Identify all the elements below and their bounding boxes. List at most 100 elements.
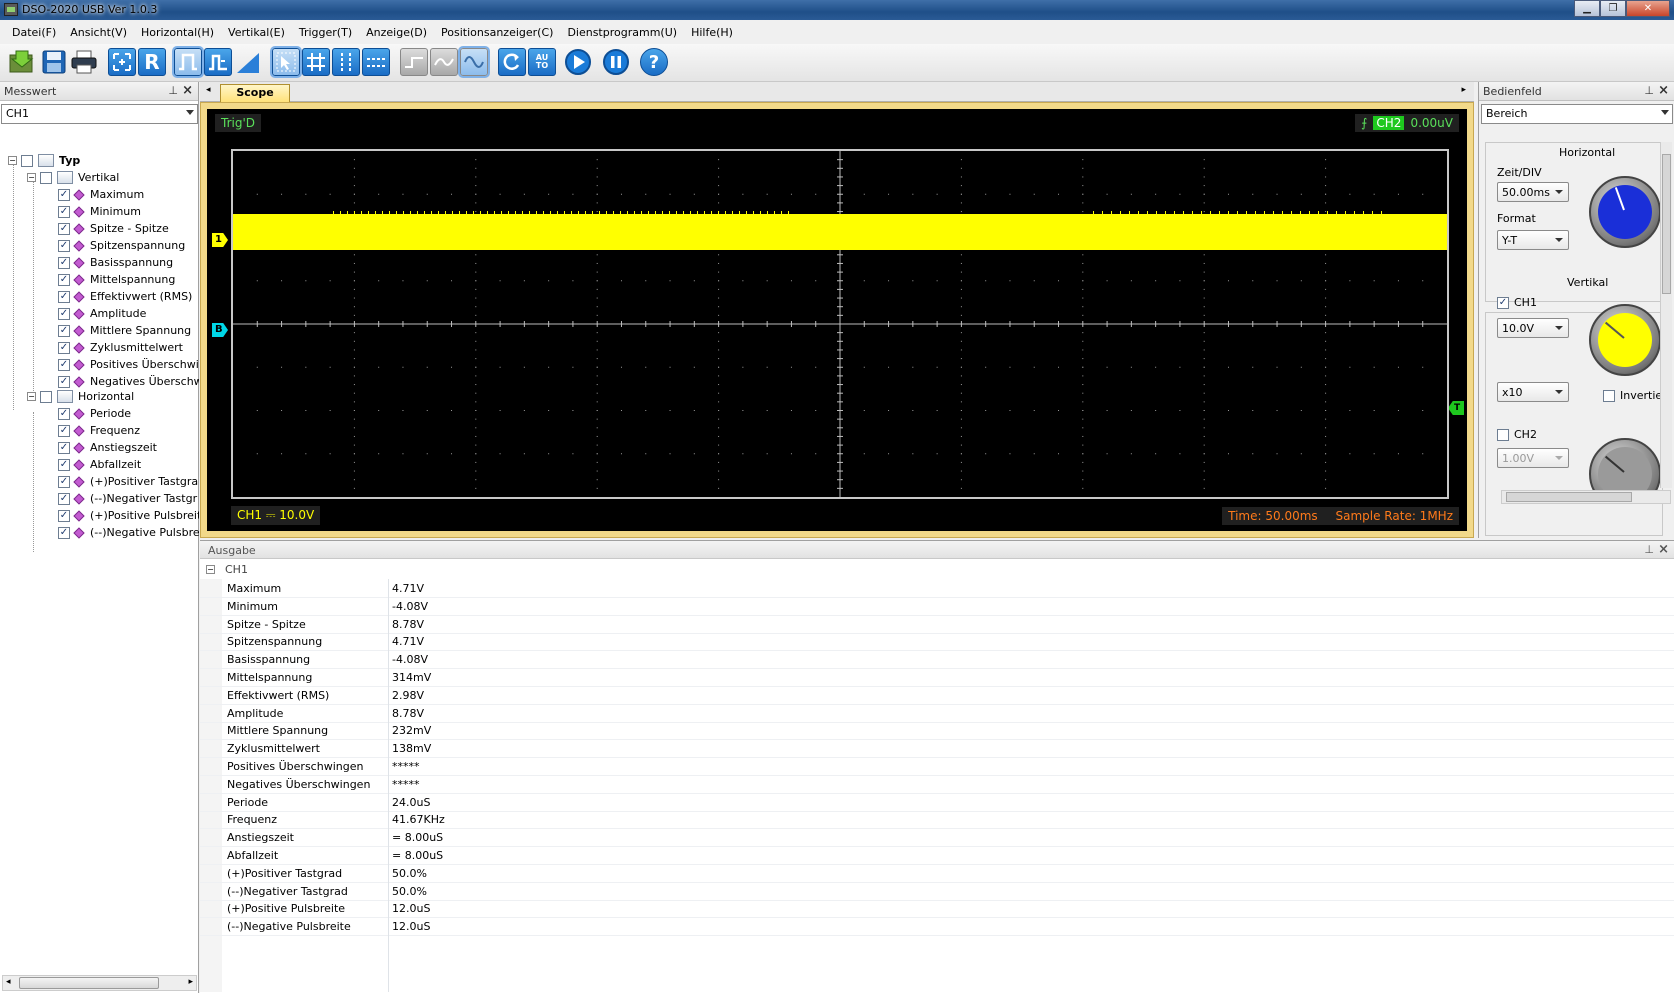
checkbox[interactable]: ✓	[58, 526, 70, 539]
output-row[interactable]: Mittlere Spannung 232mV	[200, 721, 1674, 741]
zoom-fit-icon[interactable]	[108, 48, 136, 76]
vertical-cursor-icon[interactable]	[332, 48, 360, 76]
menu-vertikal[interactable]: Vertikal(E)	[228, 26, 285, 39]
vertical-scrollbar[interactable]	[1660, 142, 1672, 488]
scrollbar-thumb[interactable]	[19, 977, 159, 989]
ch2-checkbox[interactable]	[1497, 428, 1509, 441]
tree-item[interactable]: ✓ (--)Negative Pulsbre	[58, 524, 199, 541]
checkbox[interactable]: ✓	[58, 341, 70, 354]
output-row[interactable]: Effektivwert (RMS) 2.98V	[200, 686, 1674, 705]
checkbox[interactable]: ✓	[58, 475, 70, 488]
close-panel-icon[interactable]: ×	[1658, 542, 1669, 557]
output-row[interactable]: Anstiegszeit = 8.00uS	[200, 828, 1674, 848]
tree-item[interactable]: ✓ Amplitude	[58, 305, 146, 322]
tree-item[interactable]: ✓ Spitze - Spitze	[58, 220, 169, 237]
ch2-toggle[interactable]: CH2	[1497, 428, 1537, 441]
open-icon[interactable]	[8, 48, 36, 76]
mode-select[interactable]: Bereich	[1481, 104, 1673, 124]
ramp-icon[interactable]	[234, 48, 262, 76]
menu-positionsanzeiger[interactable]: Positionsanzeiger(C)	[441, 26, 553, 39]
pulse-edge-icon[interactable]	[204, 48, 232, 76]
tree-item[interactable]: ✓ Frequenz	[58, 422, 140, 439]
tree-item[interactable]: ✓ (--)Negativer Tastgr	[58, 490, 197, 507]
tab-scope[interactable]: Scope	[220, 84, 290, 102]
menu-anzeige[interactable]: Anzeige(D)	[366, 26, 427, 39]
time-knob[interactable]	[1589, 176, 1661, 248]
tree-item[interactable]: ✓ Mittelspannung	[58, 271, 175, 288]
checkbox[interactable]: ✓	[58, 424, 70, 437]
pause-icon[interactable]	[602, 48, 630, 76]
scope-graticule[interactable]	[231, 149, 1449, 499]
pulse-icon[interactable]	[172, 46, 204, 78]
checkbox[interactable]: ✓	[58, 222, 70, 235]
scrollbar-thumb[interactable]	[1506, 492, 1632, 502]
checkbox[interactable]	[21, 154, 33, 167]
trigger-level-marker[interactable]: T	[1448, 401, 1464, 415]
menu-datei[interactable]: Datei(F)	[12, 26, 56, 39]
save-icon[interactable]	[40, 48, 68, 76]
tab-scroll-right-icon[interactable]: ▸	[1461, 85, 1466, 95]
scope-display[interactable]: Trig'D ⨍ CH2 0.00uV 1 B T CH1 ⎓ 10.0V Ti…	[207, 109, 1467, 531]
format-select[interactable]: Y-T	[1497, 230, 1569, 250]
checkbox[interactable]: ✓	[58, 509, 70, 522]
horizontal-cursor-icon[interactable]	[362, 48, 390, 76]
checkbox[interactable]: ✓	[58, 188, 70, 201]
tree-item[interactable]: ✓ Anstiegszeit	[58, 439, 157, 456]
menu-ansicht[interactable]: Ansicht(V)	[70, 26, 127, 39]
ch2-volts-select[interactable]: 1.00V	[1497, 448, 1569, 468]
pin-icon[interactable]: ⊥	[1644, 84, 1654, 97]
tree-root[interactable]: − Typ	[8, 152, 80, 169]
menu-horizontal[interactable]: Horizontal(H)	[141, 26, 214, 39]
tree-item[interactable]: ✓ (+)Positiver Tastgra	[58, 473, 198, 490]
output-group-row[interactable]: − CH1	[200, 560, 1674, 579]
output-row[interactable]: Abfallzeit = 8.00uS	[200, 846, 1674, 865]
output-row[interactable]: Amplitude 8.78V	[200, 704, 1674, 723]
tree-item[interactable]: ✓ Effektivwert (RMS)	[58, 288, 192, 305]
collapse-icon[interactable]: −	[27, 392, 36, 401]
grid-icon[interactable]	[302, 48, 330, 76]
output-row[interactable]: Positives Überschwingen *****	[200, 757, 1674, 776]
output-row[interactable]: Basisspannung -4.08V	[200, 650, 1674, 670]
ch1-checkbox[interactable]: ✓	[1497, 296, 1509, 309]
channel-select[interactable]: CH1	[1, 104, 198, 124]
close-button[interactable]: ✕	[1626, 0, 1670, 17]
ch2-volts-knob[interactable]	[1589, 438, 1661, 490]
step-wave-icon[interactable]	[400, 48, 428, 76]
tree-item[interactable]: ✓ (+)Positive Pulsbreit	[58, 507, 199, 524]
collapse-icon[interactable]: −	[8, 156, 17, 165]
pin-icon[interactable]: ⊥	[1644, 543, 1654, 556]
checkbox[interactable]: ✓	[58, 256, 70, 269]
tab-scroll-left-icon[interactable]: ◂	[206, 85, 211, 95]
r-button[interactable]: R	[138, 48, 166, 76]
checkbox[interactable]: ✓	[58, 205, 70, 218]
b-position-marker[interactable]: B	[212, 323, 228, 337]
output-row[interactable]: Periode 24.0uS	[200, 793, 1674, 812]
checkbox[interactable]: ✓	[58, 358, 70, 371]
close-panel-icon[interactable]: ×	[182, 83, 193, 98]
tree-group-horizontal[interactable]: − Horizontal	[27, 388, 134, 405]
maximize-button[interactable]: ❐	[1600, 0, 1626, 17]
ch1-volts-select[interactable]: 10.0V	[1497, 318, 1569, 338]
tree-item[interactable]: ✓ Periode	[58, 405, 131, 422]
scrollbar-thumb[interactable]	[1662, 154, 1671, 294]
output-row[interactable]: Negatives Überschwingen *****	[200, 775, 1674, 794]
refresh-icon[interactable]	[498, 48, 526, 76]
run-icon[interactable]	[564, 48, 592, 76]
tree-group-vertikal[interactable]: − Vertikal	[27, 169, 119, 186]
tree-item[interactable]: ✓ Basisspannung	[58, 254, 173, 271]
output-row[interactable]: (+)Positiver Tastgrad 50.0%	[200, 864, 1674, 883]
output-row[interactable]: Spitze - Spitze 8.78V	[200, 615, 1674, 634]
help-button[interactable]: ?	[640, 48, 668, 76]
checkbox[interactable]: ✓	[58, 239, 70, 252]
checkbox[interactable]: ✓	[58, 290, 70, 303]
zeit-div-select[interactable]: 50.00ms	[1497, 182, 1569, 202]
checkbox[interactable]: ✓	[58, 375, 70, 388]
invert-checkbox[interactable]	[1603, 389, 1615, 402]
checkbox[interactable]	[40, 390, 52, 403]
checkbox[interactable]: ✓	[58, 324, 70, 337]
checkbox[interactable]: ✓	[58, 492, 70, 505]
close-panel-icon[interactable]: ×	[1658, 83, 1669, 98]
minimize-button[interactable]: ▁	[1574, 0, 1600, 17]
ch1-position-marker[interactable]: 1	[212, 233, 228, 247]
smooth-wave-icon[interactable]	[430, 48, 458, 76]
